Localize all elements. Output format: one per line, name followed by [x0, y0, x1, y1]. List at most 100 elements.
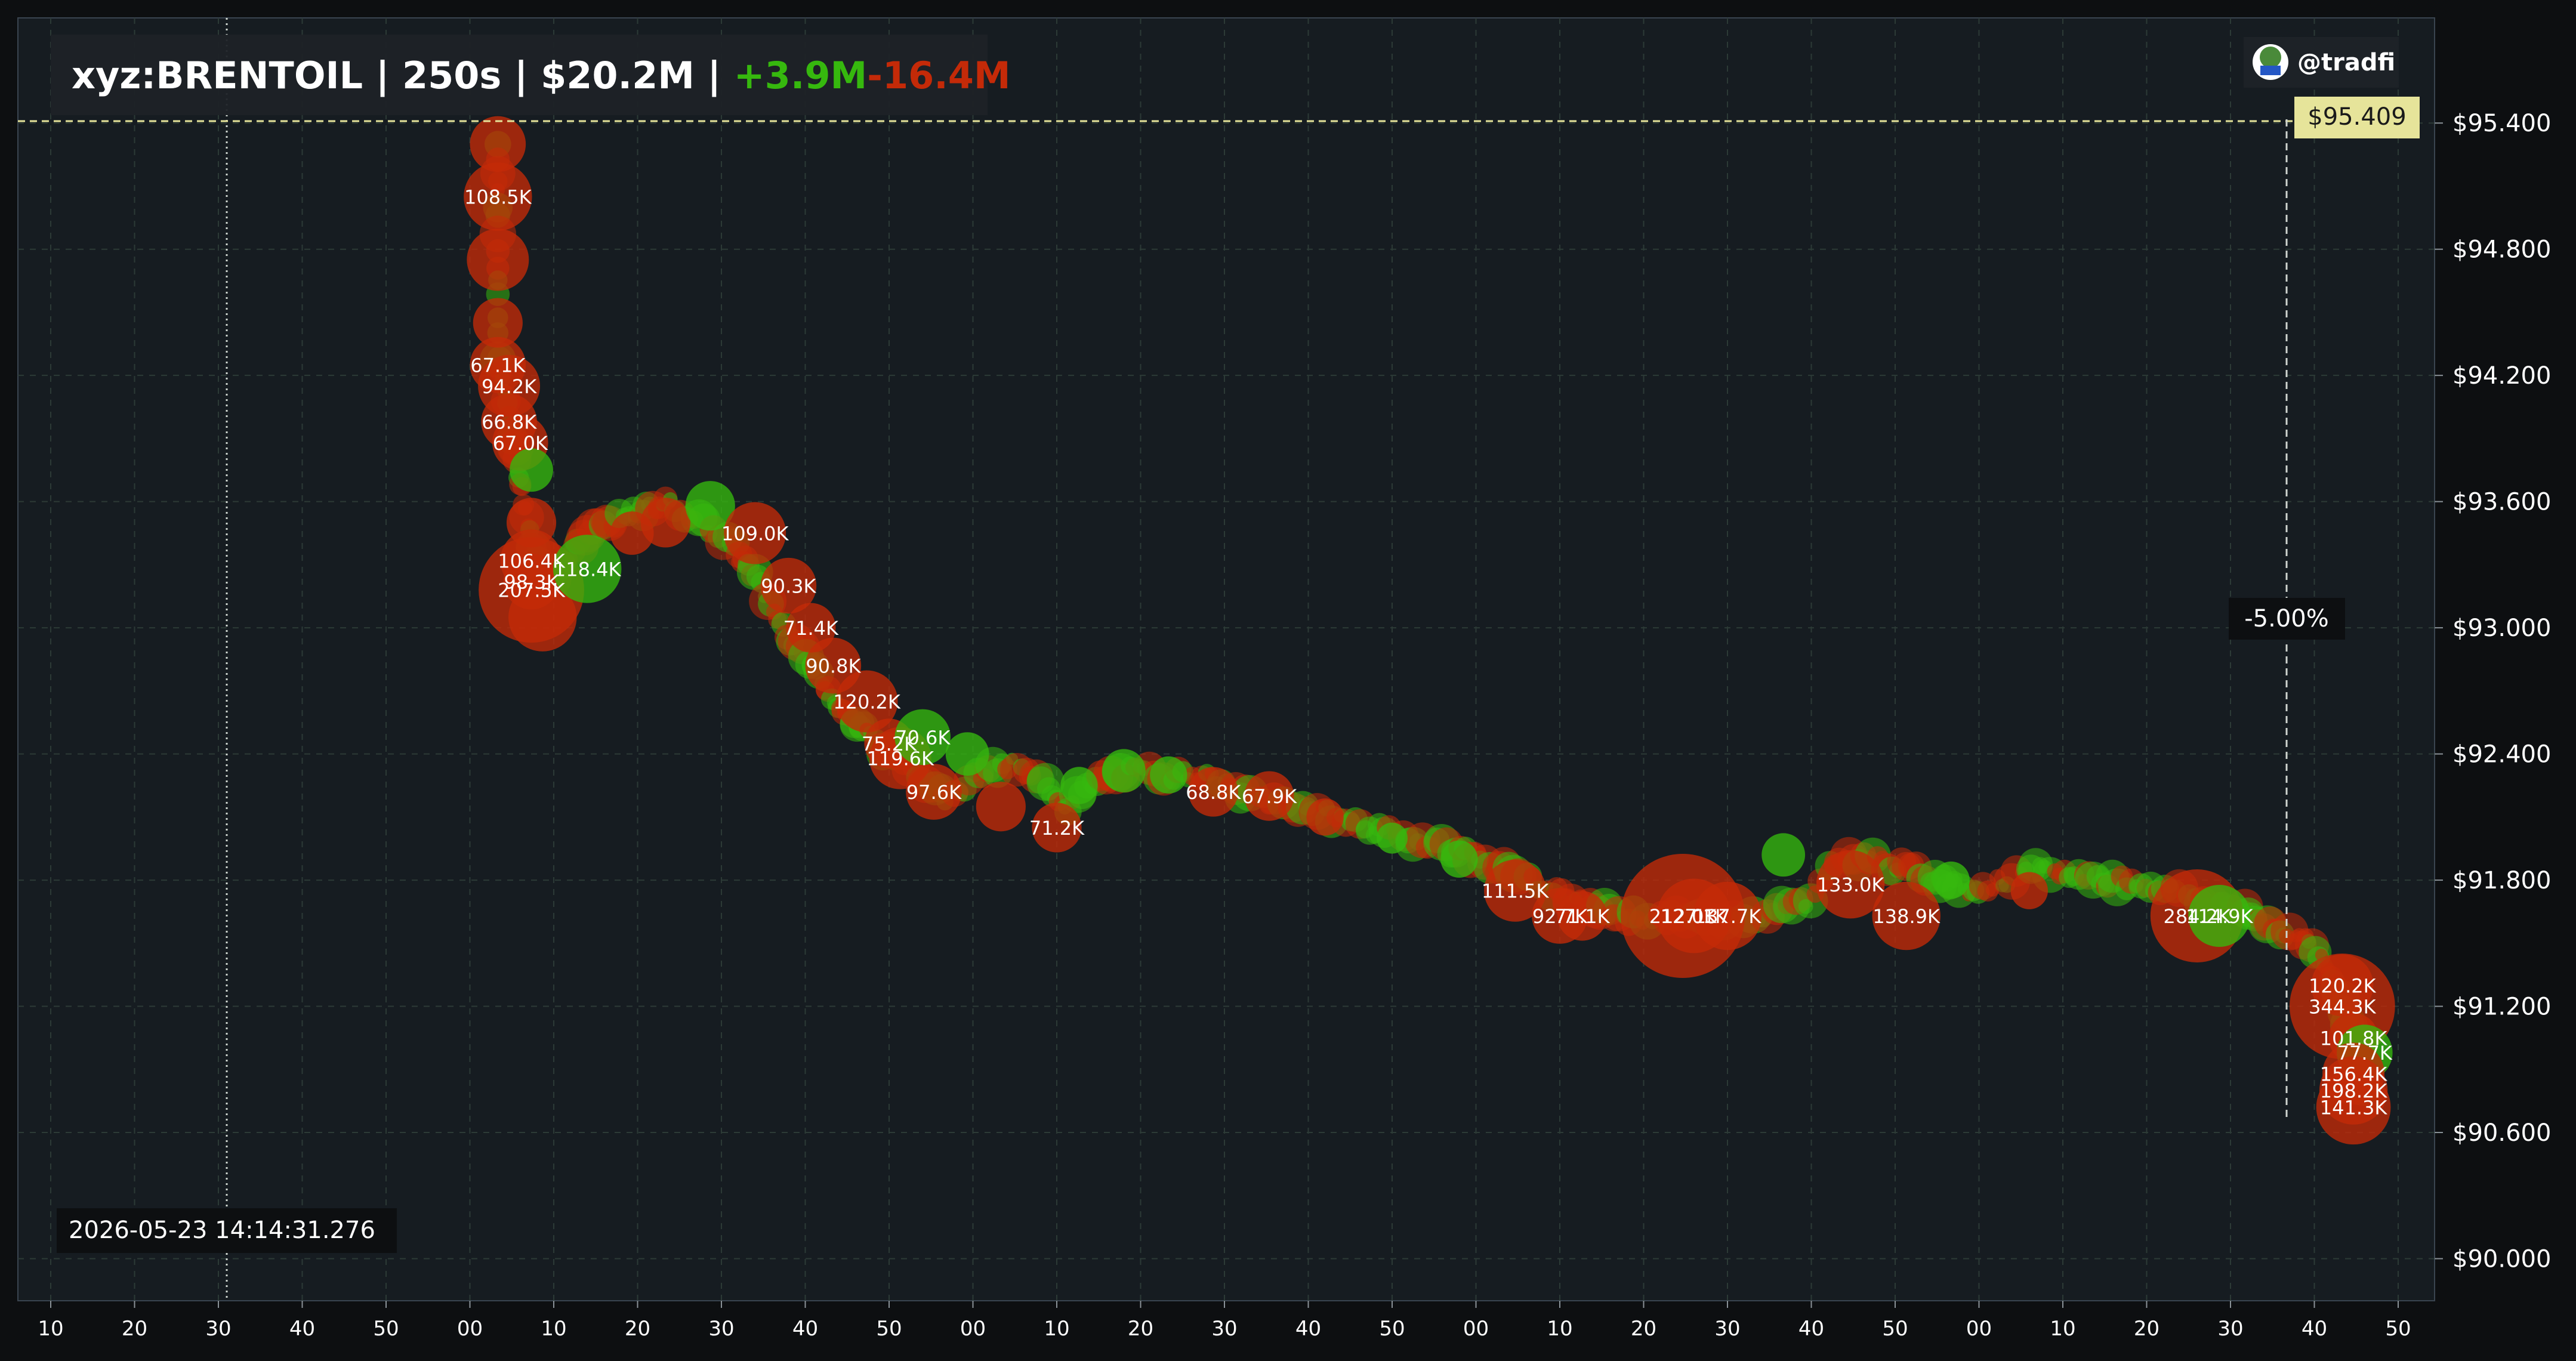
x-tick-label: 10	[1044, 1317, 1069, 1341]
trade-size-label: 68.8K	[1186, 781, 1241, 804]
x-tick-label: 20	[625, 1317, 650, 1341]
y-tick-label: $90.600	[2452, 1119, 2551, 1147]
x-tick-label: 10	[2050, 1317, 2075, 1341]
x-tick-label: 20	[122, 1317, 147, 1341]
trade-size-label: 90.8K	[806, 655, 861, 678]
pct-change-label: -5.00%	[2244, 605, 2329, 632]
y-tick-label: $91.800	[2452, 867, 2551, 894]
x-tick-label: 00	[1463, 1317, 1489, 1341]
y-tick-label: $90.000	[2452, 1246, 2551, 1273]
trade-bubble-buy	[510, 448, 553, 492]
timestamp-text: 2026-05-23 14:14:31.276	[69, 1217, 375, 1244]
header-sell-volume: -16.4M	[867, 54, 1010, 97]
trade-size-label: 114.9K	[2186, 905, 2254, 928]
trade-bubble-buy	[1150, 756, 1187, 794]
trade-size-label: 67.1K	[470, 354, 526, 377]
current-price-label: $95.409	[2307, 103, 2406, 131]
trade-bubble-buy	[1932, 861, 1970, 899]
trade-size-label: 71.1K	[1554, 905, 1610, 928]
x-tick-label: 50	[1882, 1317, 1908, 1341]
x-tick-label: 20	[1631, 1317, 1656, 1341]
x-tick-label: 40	[792, 1317, 818, 1341]
trade-size-label: 120.2K	[833, 690, 901, 713]
x-tick-label: 40	[2302, 1317, 2327, 1341]
trade-bubble-sell	[1306, 798, 1344, 836]
trade-size-label: 94.2K	[482, 375, 537, 398]
x-tick-label: 40	[1295, 1317, 1321, 1341]
trade-size-label: 67.9K	[1242, 785, 1297, 808]
x-tick-label: 30	[1211, 1317, 1237, 1341]
trade-size-label: 120.2K	[2309, 974, 2377, 997]
x-tick-label: 30	[708, 1317, 734, 1341]
x-tick-label: 50	[2385, 1317, 2411, 1341]
x-tick-label: 20	[2134, 1317, 2159, 1341]
x-tick-label: 00	[1966, 1317, 1992, 1341]
x-tick-label: 40	[289, 1317, 315, 1341]
timestamp-box: 2026-05-23 14:14:31.276	[57, 1208, 397, 1253]
x-tick-label: 40	[1798, 1317, 1824, 1341]
trade-bubble-sell	[467, 229, 529, 291]
trade-size-label: 67.0K	[493, 432, 548, 455]
trade-bubble-sell	[2010, 872, 2048, 909]
header-symbol: xyz:BRENTOIL	[72, 54, 363, 97]
x-tick-label: 10	[541, 1317, 566, 1341]
trade-bubble-sell	[640, 498, 690, 548]
header-volume: $20.2M	[541, 54, 695, 97]
trade-size-label: 71.4K	[783, 617, 839, 640]
trade-size-label: 344.3K	[2309, 996, 2377, 1019]
handle-text: @tradfi	[2297, 49, 2395, 76]
trade-size-label: 119.6K	[866, 748, 934, 770]
x-tick-label: 30	[205, 1317, 231, 1341]
trade-size-label: 90.3K	[761, 575, 816, 598]
x-tick-label: 50	[876, 1317, 902, 1341]
handle-badge: @tradfi	[2244, 37, 2399, 88]
header-buy-volume: +3.9M	[734, 54, 867, 97]
trade-size-label: 138.9K	[1872, 905, 1941, 928]
trade-bubble-buy	[1761, 833, 1806, 877]
header-separator: |	[695, 54, 734, 98]
trade-size-label: 71.2K	[1029, 817, 1085, 840]
header-window: 250s	[402, 54, 501, 97]
y-tick-label: $95.400	[2452, 110, 2551, 137]
x-tick-label: 50	[1379, 1317, 1405, 1341]
header-box: xyz:BRENTOIL | 250s | $20.2M | +3.9M-16.…	[51, 35, 1011, 115]
trade-size-label: 137.7K	[1694, 905, 1762, 928]
x-tick-label: 10	[38, 1317, 63, 1341]
pct-change-box: -5.00%	[2229, 598, 2345, 640]
trade-size-label: 66.8K	[482, 411, 537, 434]
y-tick-label: $93.600	[2452, 489, 2551, 516]
y-tick-label: $92.400	[2452, 741, 2551, 769]
header-separator: |	[363, 54, 402, 98]
trade-bubble-chart: 10 20 30 40 50 00 10 20 30 40 50 00 10 20 30 40 50 00 10 20…	[0, 0, 2576, 1361]
y-tick-label: $94.200	[2452, 362, 2551, 390]
trade-size-label: 108.5K	[464, 186, 532, 209]
trade-bubble-buy	[945, 732, 989, 776]
plot-area	[17, 17, 2435, 1301]
header-title: xyz:BRENTOIL | 250s | $20.2M | +3.9M-16.…	[72, 54, 1011, 98]
trade-bubble-buy	[1440, 840, 1478, 878]
x-tick-label: 30	[1714, 1317, 1740, 1341]
current-price-tag: $95.409	[2294, 97, 2420, 138]
trade-bubble-buy	[1377, 822, 1408, 854]
y-tick-label: $93.000	[2452, 615, 2551, 642]
x-tick-label: 10	[1547, 1317, 1572, 1341]
trade-size-label: 97.6K	[906, 781, 962, 804]
x-tick-label: 20	[1128, 1317, 1153, 1341]
trade-size-label: 77.7K	[2337, 1042, 2393, 1064]
y-tick-label: $91.200	[2452, 993, 2551, 1021]
trade-bubble-buy	[1060, 767, 1098, 804]
x-tick-label: 00	[960, 1317, 986, 1341]
trade-size-label: 133.0K	[1817, 874, 1885, 896]
trade-size-label: 111.5K	[1482, 880, 1550, 903]
trade-size-label: 70.6K	[895, 726, 951, 749]
trade-size-label: 118.4K	[554, 558, 622, 581]
trade-bubble-sell	[976, 782, 1026, 832]
trade-size-label: 109.0K	[721, 523, 789, 545]
y-tick-label: $94.800	[2452, 236, 2551, 264]
trade-bubble-buy	[1102, 749, 1146, 793]
x-tick-label: 50	[373, 1317, 399, 1341]
trade-size-label: 207.5K	[498, 579, 566, 602]
x-tick-label: 00	[457, 1317, 483, 1341]
header-separator: |	[501, 54, 541, 98]
x-tick-label: 30	[2217, 1317, 2243, 1341]
